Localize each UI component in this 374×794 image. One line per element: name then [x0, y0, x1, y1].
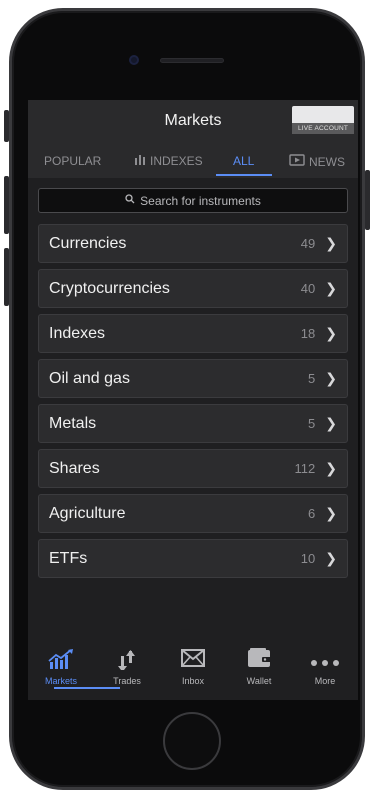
account-label: LIVE ACCOUNT — [292, 123, 354, 134]
search-icon — [125, 194, 135, 207]
category-count: 49 — [300, 236, 316, 251]
chevron-right-icon: ❯ — [325, 235, 337, 251]
category-label: Indexes — [49, 324, 106, 342]
tab-news[interactable]: NEWS — [289, 154, 345, 169]
nav-markets[interactable]: Markets — [28, 648, 94, 686]
category-row-etfs[interactable]: ETFs 10 ❯ — [38, 539, 348, 578]
tab-popular[interactable]: POPULAR — [44, 154, 101, 168]
chevron-right-icon: ❯ — [325, 370, 337, 386]
power-button — [365, 170, 370, 230]
category-label: ETFs — [49, 549, 88, 567]
nav-inbox[interactable]: Inbox — [160, 648, 226, 686]
search-input[interactable]: Search for instruments — [38, 188, 348, 213]
bottom-nav: Markets Trades Inbox Wallet More — [28, 640, 358, 700]
tab-all[interactable]: ALL — [233, 154, 254, 168]
tab-label: POPULAR — [44, 154, 102, 168]
more-icon — [292, 648, 358, 674]
nav-label: Wallet — [246, 676, 272, 686]
active-tab-indicator — [216, 174, 272, 176]
category-count: 40 — [300, 281, 316, 296]
category-label: Oil and gas — [49, 369, 130, 387]
tab-label: INDEXES — [150, 154, 203, 168]
chevron-right-icon: ❯ — [325, 550, 337, 566]
chevron-right-icon: ❯ — [325, 325, 337, 341]
category-label: Agriculture — [49, 504, 126, 522]
category-row-indexes[interactable]: Indexes 18 ❯ — [38, 314, 348, 353]
nav-label: More — [314, 676, 336, 686]
category-row-shares[interactable]: Shares 112 ❯ — [38, 449, 348, 488]
tab-bar: POPULAR INDEXES ALL NEWS — [28, 150, 358, 176]
category-count: 112 — [294, 461, 316, 476]
account-switcher[interactable]: LIVE ACCOUNT — [292, 106, 354, 134]
category-label: Cryptocurrencies — [49, 279, 170, 297]
app-screen: Markets LIVE ACCOUNT POPULAR INDEXES ALL — [28, 100, 358, 700]
header: Markets LIVE ACCOUNT POPULAR INDEXES ALL — [28, 100, 358, 178]
earpiece-speaker — [160, 58, 224, 63]
category-count: 5 — [308, 416, 316, 431]
account-indicator — [292, 106, 354, 123]
envelope-icon — [160, 648, 226, 674]
tab-indexes[interactable]: INDEXES — [134, 154, 203, 168]
tab-label: NEWS — [309, 154, 345, 169]
category-label: Currencies — [49, 234, 127, 252]
category-list: Currencies 49 ❯ Cryptocurrencies 40 ❯ In… — [38, 224, 348, 584]
chevron-right-icon: ❯ — [325, 280, 337, 296]
indexes-icon — [134, 154, 146, 168]
chevron-right-icon: ❯ — [325, 460, 337, 476]
active-nav-indicator — [54, 687, 120, 689]
category-row-oil-and-gas[interactable]: Oil and gas 5 ❯ — [38, 359, 348, 398]
nav-label: Trades — [113, 676, 141, 686]
home-button[interactable] — [163, 712, 221, 770]
nav-trades[interactable]: Trades — [94, 648, 160, 686]
category-count: 18 — [300, 326, 316, 341]
wallet-icon — [226, 648, 292, 674]
chevron-right-icon: ❯ — [325, 505, 337, 521]
category-label: Metals — [49, 414, 97, 432]
category-count: 10 — [300, 551, 316, 566]
category-label: Shares — [49, 459, 100, 477]
tv-icon — [289, 154, 305, 169]
category-row-metals[interactable]: Metals 5 ❯ — [38, 404, 348, 443]
chart-icon — [28, 648, 94, 674]
category-count: 6 — [308, 506, 316, 521]
arrows-updown-icon — [94, 648, 160, 674]
front-camera — [129, 55, 139, 65]
nav-wallet[interactable]: Wallet — [226, 648, 292, 686]
nav-label: Inbox — [181, 676, 205, 686]
category-row-currencies[interactable]: Currencies 49 ❯ — [38, 224, 348, 263]
search-placeholder: Search for instruments — [140, 193, 261, 208]
category-count: 5 — [308, 371, 316, 386]
category-row-agriculture[interactable]: Agriculture 6 ❯ — [38, 494, 348, 533]
nav-more[interactable]: More — [292, 648, 358, 686]
category-row-cryptocurrencies[interactable]: Cryptocurrencies 40 ❯ — [38, 269, 348, 308]
chevron-right-icon: ❯ — [325, 415, 337, 431]
nav-label: Markets — [44, 676, 77, 686]
tab-label: ALL — [233, 154, 255, 168]
